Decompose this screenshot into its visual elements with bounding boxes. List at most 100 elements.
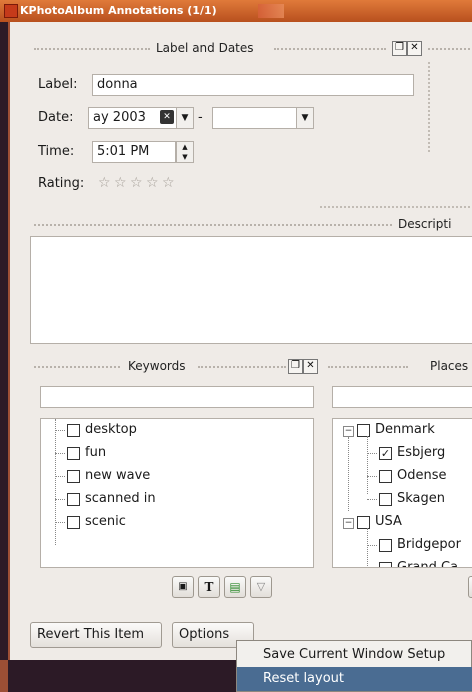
places-tree[interactable]: − Denmark ✓ Esbjerg Odense Skagen − USA [332,418,472,568]
float-icon[interactable]: ❐ [288,359,303,374]
tree-line [367,499,377,500]
splitter-handle[interactable] [320,206,472,208]
list-item-label: scanned in [85,491,156,506]
filter-icon[interactable]: ▽ [250,576,272,598]
sort-alpha-icon[interactable]: ▣ [172,576,194,598]
tree-line [367,545,377,546]
tree-line [348,437,349,511]
checkbox[interactable] [357,424,370,437]
tree-line [367,436,368,494]
keywords-title: Keywords [128,359,186,373]
date-end-dropdown-icon[interactable]: ▼ [296,107,314,129]
star-icon[interactable]: ☆ [146,175,159,191]
checkbox[interactable] [67,493,80,506]
collapse-icon[interactable]: − [343,426,354,437]
checkbox[interactable] [379,539,392,552]
tree-line [55,430,65,431]
clear-icon[interactable]: ✕ [160,110,174,124]
checkbox[interactable] [67,516,80,529]
new-category-icon[interactable]: ▤ [224,576,246,598]
keywords-search-input[interactable] [40,386,314,408]
date-end-input[interactable] [212,107,298,129]
date-start-dropdown-icon[interactable]: ▼ [176,107,194,129]
places-search-input[interactable] [332,386,472,408]
window-border [0,660,8,692]
label-caption: Label: [38,77,78,92]
options-menu: Save Current Window Setup Reset layout [236,640,472,692]
list-item-label: scenic [85,514,126,529]
keywords-list[interactable]: desktop fun new wave scanned in scenic [40,418,314,568]
description-dock-title[interactable]: Descripti [10,216,472,234]
tree-line [55,419,56,545]
label-input[interactable]: donna [92,74,414,96]
tree-line [55,499,65,500]
window-titlebar[interactable]: KPhotoAlbum Annotations (1/1) [0,0,472,22]
tree-item-label: Bridgepor [397,537,461,552]
places-title: Places [430,359,469,373]
window-title: KPhotoAlbum Annotations (1/1) [20,4,217,17]
description-textarea[interactable] [30,236,472,344]
tree-item-label: Grand Ca [397,560,459,568]
checkbox-checked[interactable]: ✓ [379,447,392,460]
float-icon[interactable]: ❐ [392,41,407,56]
tree-item-label: Esbjerg [397,445,446,460]
tree-line [55,453,65,454]
star-icon[interactable]: ☆ [114,175,127,191]
list-item-label: new wave [85,468,151,483]
checkbox[interactable] [67,447,80,460]
time-spinner[interactable]: ▲ ▼ [176,141,194,163]
tree-line [367,528,368,567]
close-icon[interactable]: ✕ [407,41,422,56]
star-icon[interactable]: ☆ [162,175,175,191]
tree-line [367,476,377,477]
checkbox[interactable] [379,470,392,483]
menu-item-save-window-setup[interactable]: Save Current Window Setup [237,643,472,667]
dock-grip [198,366,286,368]
date-start-input[interactable]: ay 2003 ✕ [88,107,178,129]
list-item-label: fun [85,445,107,460]
checkbox[interactable] [379,562,392,567]
places-dock-title[interactable]: Places [324,358,472,376]
dock-grip [34,48,150,50]
dock-grip [428,48,472,50]
checkbox[interactable] [67,470,80,483]
splitter-handle[interactable] [428,62,430,152]
tree-item-label: Odense [397,468,447,483]
date-start-value: ay 2003 [93,110,146,125]
time-caption: Time: [38,144,75,159]
titlebar-decoration [258,4,284,18]
dock-grip [274,48,386,50]
annotation-window: Label and Dates ❐ ✕ Label: donna Date: a… [8,22,472,660]
description-title: Descripti [398,217,452,231]
tree-line [367,453,377,454]
close-icon[interactable]: ✕ [303,359,318,374]
keywords-dock-title[interactable]: Keywords ❐ ✕ [10,358,320,376]
collapse-icon[interactable]: − [343,518,354,529]
text-view-icon[interactable]: T [198,576,220,598]
tree-item-label: Skagen [397,491,446,506]
label-dates-dock-title[interactable]: Label and Dates ❐ ✕ [10,40,472,58]
rating-stars[interactable]: ☆ ☆ ☆ ☆ ☆ [98,175,188,193]
date-separator: - [198,110,203,125]
star-icon[interactable]: ☆ [130,175,143,191]
menu-item-reset-layout[interactable]: Reset layout [237,667,472,691]
rating-caption: Rating: [38,176,85,191]
star-icon[interactable]: ☆ [98,175,111,191]
date-caption: Date: [38,110,74,125]
options-button-label: Options [179,627,230,642]
checkbox[interactable] [67,424,80,437]
tree-line [55,476,65,477]
app-icon [4,4,18,18]
dock-grip [34,224,392,226]
label-dates-title: Label and Dates [156,41,254,55]
tree-item-label: USA [375,514,402,529]
revert-button[interactable]: Revert This Item [30,622,162,648]
list-item-label: desktop [85,422,137,437]
tree-item-label: Denmark [375,422,435,437]
dock-grip [328,366,408,368]
checkbox[interactable] [379,493,392,506]
places-toolbar-button[interactable] [468,576,472,598]
checkbox[interactable] [357,516,370,529]
dock-grip [34,366,120,368]
time-input[interactable]: 5:01 PM [92,141,176,163]
